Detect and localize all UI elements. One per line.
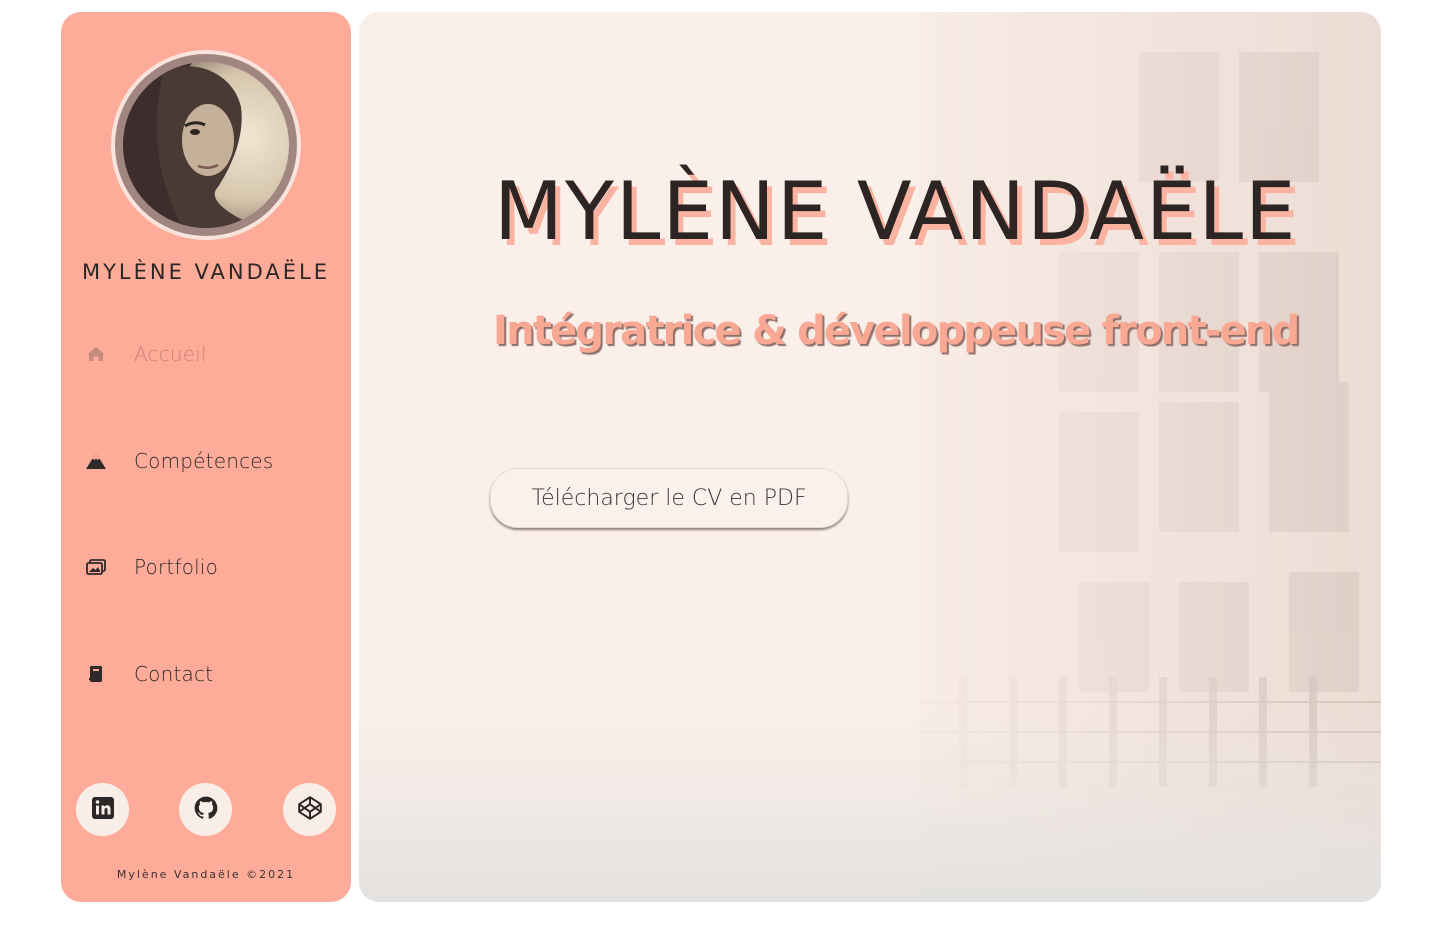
sidebar-item-label: Contact xyxy=(134,662,214,686)
sidebar-item-accueil[interactable]: Accueil xyxy=(85,339,207,369)
address-book-icon xyxy=(85,663,107,685)
footer-copyright: Mylène Vandaële ©2021 xyxy=(116,868,296,881)
sidebar-item-label: Accueil xyxy=(134,342,207,366)
hero-subtitle: Intégratrice & développeuse front-end xyxy=(493,308,1300,354)
hero-section: MYLÈNE VANDAËLE Intégratrice & développe… xyxy=(359,12,1381,902)
codepen-icon xyxy=(297,795,323,825)
mountain-icon xyxy=(85,450,107,472)
download-cv-button[interactable]: Télécharger le CV en PDF xyxy=(490,468,848,528)
sidebar: MYLÈNE VANDAËLE Accueil Compétences Port… xyxy=(61,12,351,902)
github-link[interactable] xyxy=(179,783,232,836)
sidebar-item-portfolio[interactable]: Portfolio xyxy=(85,552,218,582)
linkedin-link[interactable] xyxy=(76,783,129,836)
codepen-link[interactable] xyxy=(283,783,336,836)
sidebar-name: MYLÈNE VANDAËLE xyxy=(81,260,331,284)
sidebar-item-label: Compétences xyxy=(134,449,274,473)
images-icon xyxy=(85,556,107,578)
avatar xyxy=(111,50,301,240)
sidebar-item-label: Portfolio xyxy=(134,555,219,579)
linkedin-icon xyxy=(91,796,115,824)
home-icon xyxy=(85,343,107,365)
hero-background-image xyxy=(359,12,1381,902)
sidebar-item-competences[interactable]: Compétences xyxy=(85,446,273,476)
hero-title: MYLÈNE VANDAËLE xyxy=(494,165,1298,258)
github-icon xyxy=(193,795,219,825)
avatar-photo xyxy=(123,62,289,228)
sidebar-item-contact[interactable]: Contact xyxy=(85,659,213,689)
avatar-border xyxy=(115,54,297,236)
